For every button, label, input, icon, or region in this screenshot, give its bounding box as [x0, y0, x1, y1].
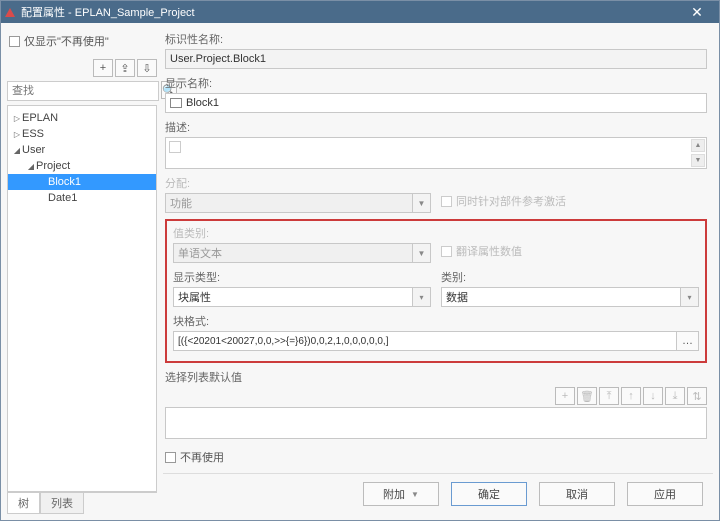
- blockfmt-row: [({<20201<20027,0,0,>>{=}6})0,0,2,1,0,0,…: [173, 331, 699, 351]
- tree-node-user[interactable]: ◢User: [8, 142, 156, 158]
- chevron-down-icon: ▼: [411, 490, 419, 499]
- dropdown-arrow-icon[interactable]: ▾: [681, 287, 699, 307]
- tree-view[interactable]: ▷EPLAN ▷ESS ◢User ◢Project Block1 Date1: [7, 105, 157, 492]
- scroll-up-icon[interactable]: ▲: [691, 139, 705, 152]
- import-button[interactable]: ⇩: [137, 59, 157, 77]
- tab-list[interactable]: 列表: [40, 493, 84, 514]
- tree-node-ess[interactable]: ▷ESS: [8, 126, 156, 142]
- dialog-window: 配置属性 - EPLAN_Sample_Project ✕ 仅显示"不再使用" …: [0, 0, 720, 521]
- dropdown-arrow-icon[interactable]: ▾: [413, 287, 431, 307]
- assign-chk-label: 同时针对部件参考激活: [456, 193, 566, 209]
- desc-label: 描述:: [165, 119, 707, 135]
- translate-chk-label: 翻译属性数值: [456, 243, 522, 259]
- disptype-input[interactable]: 块属性: [173, 287, 413, 307]
- add-button[interactable]: +: [93, 59, 113, 77]
- left-tabs: 树 列表: [7, 492, 157, 514]
- blockfmt-input[interactable]: [({<20201<20027,0,0,>>{=}6})0,0,2,1,0,0,…: [173, 331, 677, 351]
- tree-node-block1[interactable]: Block1: [8, 174, 156, 190]
- id-name-field: 标识性名称: User.Project.Block1: [165, 31, 707, 69]
- apply-button[interactable]: 应用: [627, 482, 703, 506]
- desc-field: 描述: ▲ ▼: [165, 119, 707, 169]
- dialog-body: 仅显示"不再使用" + ⇪ ⇩ 🔍 ▷EPLAN ▷ESS ◢User ◢Pro…: [1, 23, 719, 520]
- listdef-listbox[interactable]: [165, 407, 707, 439]
- title-bar: 配置属性 - EPLAN_Sample_Project ✕: [1, 1, 719, 23]
- list-delete-button: 🗑: [577, 387, 597, 405]
- ok-button[interactable]: 确定: [451, 482, 527, 506]
- list-down-button: ↓: [643, 387, 663, 405]
- cancel-button[interactable]: 取消: [539, 482, 615, 506]
- nouse-checkbox[interactable]: [165, 452, 176, 463]
- list-add-button[interactable]: +: [555, 387, 575, 405]
- translate-checkbox: [441, 246, 452, 257]
- assign-label: 分配:: [165, 175, 431, 191]
- text-icon: [169, 141, 181, 153]
- disp-name-input[interactable]: Block1: [165, 93, 707, 113]
- blockfmt-browse-button[interactable]: …: [677, 331, 699, 351]
- right-panel: 标识性名称: User.Project.Block1 显示名称: Block1 …: [163, 29, 713, 514]
- footer: 附加▼ 确定 取消 应用: [163, 473, 713, 514]
- tree-node-project[interactable]: ◢Project: [8, 158, 156, 174]
- tab-tree[interactable]: 树: [7, 493, 40, 514]
- blockfmt-label: 块格式:: [173, 313, 699, 329]
- valcat-label: 值类别:: [173, 225, 431, 241]
- only-unused-label: 仅显示"不再使用": [24, 33, 109, 49]
- highlight-box: 值类别: 单语文本 ▼ 翻译属性数值 显: [165, 219, 707, 363]
- window-title: 配置属性 - EPLAN_Sample_Project: [21, 4, 679, 20]
- disp-name-label: 显示名称:: [165, 75, 707, 91]
- disptype-row: 显示类型: 块属性 ▾ 类别: 数据 ▾: [173, 269, 699, 307]
- category-dropdown[interactable]: 数据 ▾: [441, 287, 699, 307]
- list-top-button: ⤒: [599, 387, 619, 405]
- valcat-row: 值类别: 单语文本 ▼ 翻译属性数值: [173, 225, 699, 263]
- valcat-input: 单语文本: [173, 243, 413, 263]
- category-input[interactable]: 数据: [441, 287, 681, 307]
- form-area: 标识性名称: User.Project.Block1 显示名称: Block1 …: [163, 29, 713, 473]
- dropdown-arrow-icon: ▼: [413, 193, 431, 213]
- only-unused-checkbox[interactable]: [9, 36, 20, 47]
- left-panel: 仅显示"不再使用" + ⇪ ⇩ 🔍 ▷EPLAN ▷ESS ◢User ◢Pro…: [7, 29, 157, 514]
- search-input[interactable]: [7, 81, 159, 101]
- tree-node-date1[interactable]: Date1: [8, 190, 156, 206]
- assign-row: 分配: 功能 ▼ 同时针对部件参考激活: [165, 175, 707, 213]
- desc-scroll: ▲ ▼: [691, 139, 705, 167]
- nouse-row: 不再使用: [165, 445, 707, 469]
- listdef-toolbar: + 🗑 ⤒ ↑ ↓ ⤓ ⇅: [165, 387, 707, 405]
- disptype-label: 显示类型:: [173, 269, 431, 285]
- search-row: 🔍: [7, 81, 157, 101]
- disptype-dropdown[interactable]: 块属性 ▾: [173, 287, 431, 307]
- app-icon: [5, 8, 15, 17]
- tree-toolbar: + ⇪ ⇩: [7, 59, 157, 77]
- assign-dropdown: 功能 ▼: [165, 193, 431, 213]
- close-button[interactable]: ✕: [679, 1, 715, 23]
- id-name-input[interactable]: User.Project.Block1: [165, 49, 707, 69]
- only-unused-row: 仅显示"不再使用": [7, 29, 157, 59]
- list-bottom-button: ⤓: [665, 387, 685, 405]
- list-up-button: ↑: [621, 387, 641, 405]
- text-icon: [170, 98, 182, 108]
- category-label: 类别:: [441, 269, 699, 285]
- id-name-label: 标识性名称:: [165, 31, 707, 47]
- disp-name-field: 显示名称: Block1: [165, 75, 707, 113]
- assign-checkbox: [441, 196, 452, 207]
- add-extra-button[interactable]: 附加▼: [363, 482, 439, 506]
- listdef-label: 选择列表默认值: [165, 369, 707, 385]
- listdef-field: 选择列表默认值 + 🗑 ⤒ ↑ ↓ ⤓ ⇅: [165, 369, 707, 439]
- nouse-label: 不再使用: [180, 449, 224, 465]
- list-swap-button: ⇅: [687, 387, 707, 405]
- tree-node-eplan[interactable]: ▷EPLAN: [8, 110, 156, 126]
- blockfmt-field: 块格式: [({<20201<20027,0,0,>>{=}6})0,0,2,1…: [173, 313, 699, 351]
- export-button[interactable]: ⇪: [115, 59, 135, 77]
- valcat-dropdown: 单语文本 ▼: [173, 243, 431, 263]
- assign-chk-col: 同时针对部件参考激活: [441, 175, 707, 213]
- assign-input: 功能: [165, 193, 413, 213]
- scroll-down-icon[interactable]: ▼: [691, 154, 705, 167]
- valcat-chk-col: 翻译属性数值: [441, 225, 699, 263]
- desc-textarea[interactable]: ▲ ▼: [165, 137, 707, 169]
- dropdown-arrow-icon: ▼: [413, 243, 431, 263]
